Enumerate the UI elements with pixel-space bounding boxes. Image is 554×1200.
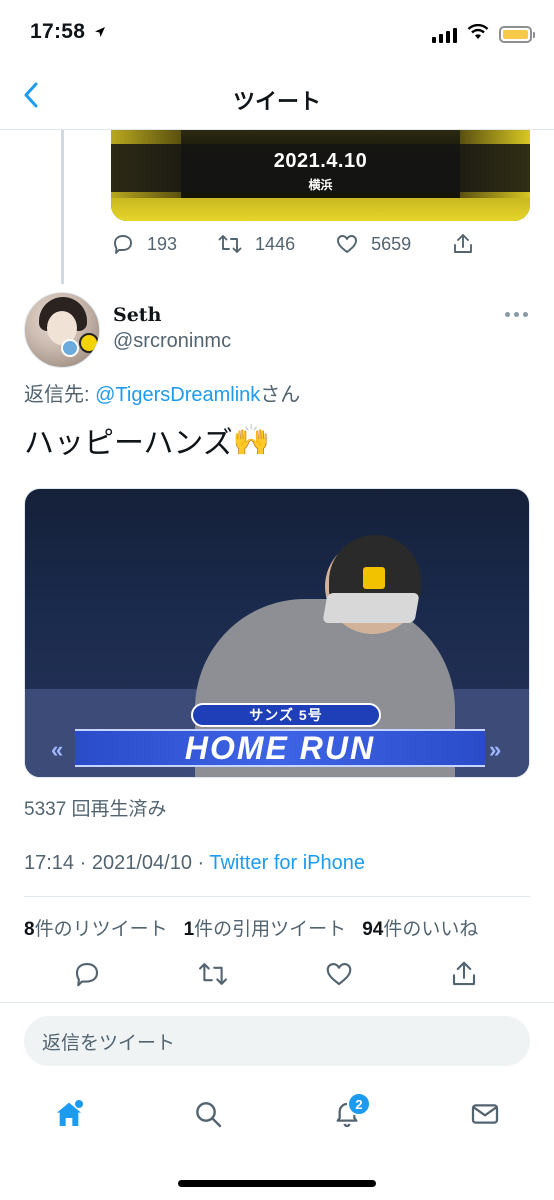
nav-bar: ツイート	[0, 66, 554, 130]
video-banner-text: HOME RUN	[184, 729, 376, 766]
video-player-visor	[322, 593, 420, 623]
status-indicators	[432, 23, 535, 45]
meta-separator: ·	[74, 852, 92, 874]
search-icon	[192, 1098, 224, 1135]
tab-messages[interactable]	[463, 1094, 507, 1138]
reply-icon	[111, 232, 135, 256]
user-handle[interactable]: @srcroninmc	[113, 330, 231, 353]
share-button[interactable]	[446, 958, 482, 994]
avatar[interactable]	[24, 292, 100, 368]
heart-icon	[335, 232, 359, 256]
heart-icon	[324, 959, 354, 994]
likes-stat[interactable]: 94件のいいね	[362, 914, 478, 941]
tweet-source-link[interactable]: Twitter for iPhone	[209, 852, 365, 874]
tweet-time: 17:14	[24, 852, 75, 874]
tweet-date: 2021/04/10	[91, 852, 192, 874]
reply-prefix: 返信先:	[24, 384, 96, 406]
thread-line	[61, 130, 64, 284]
tweet-text: ハッピーハンズ 🙌	[24, 418, 270, 462]
avatar-badge-icon	[61, 339, 79, 357]
share-action[interactable]	[451, 232, 475, 256]
mail-icon	[469, 1098, 501, 1135]
tweet-meta: 17:14 · 2021/04/10 · Twitter for iPhone	[24, 852, 365, 875]
quotes-stat-count: 1	[183, 919, 195, 940]
retweet-action[interactable]: 1446	[217, 232, 295, 256]
previous-tweet-media[interactable]: 2021.4.10 横浜	[111, 130, 530, 221]
tweet-video[interactable]: サンズ 5号 « » HOME RUN	[24, 488, 530, 778]
dot-icon	[522, 311, 528, 317]
home-unread-dot	[75, 1100, 83, 1108]
previous-tweet-actions: 193 1446 5659	[111, 232, 475, 256]
retweet-icon	[217, 232, 243, 256]
chevron-left-icon: «	[51, 737, 64, 762]
tweet-stats: 8件のリツイート 1件の引用ツイート 94件のいいね	[24, 914, 478, 941]
battery-icon	[499, 26, 535, 43]
reply-mention-link[interactable]: @TigersDreamlink	[95, 384, 260, 406]
like-button[interactable]	[321, 958, 357, 994]
tab-home[interactable]	[47, 1094, 91, 1138]
reply-input-placeholder: 返信をツイート	[42, 1032, 176, 1054]
page-title: ツイート	[232, 89, 321, 114]
share-icon	[451, 232, 475, 256]
video-banner: HOME RUN	[75, 729, 485, 767]
media-date: 2021.4.10	[273, 150, 368, 172]
reply-to: 返信先: @TigersDreamlinkさん	[24, 378, 300, 407]
tweet-actions	[0, 954, 554, 998]
retweets-stat-label: 件のリツイート	[34, 919, 168, 940]
dot-icon	[504, 311, 510, 317]
reply-icon	[72, 959, 102, 994]
retweet-button[interactable]	[195, 958, 231, 994]
retweet-count: 1446	[255, 233, 296, 254]
retweets-stat[interactable]: 8件のリツイート	[24, 914, 168, 941]
likes-stat-count: 94	[362, 919, 384, 940]
status-time: 17:58	[30, 20, 86, 43]
dot-icon	[513, 311, 519, 317]
retweet-icon	[197, 959, 229, 994]
avatar-badge-icon	[79, 333, 99, 353]
reply-input[interactable]: 返信をツイート	[24, 1016, 530, 1066]
media-decoration	[111, 198, 530, 221]
status-bar: 17:58	[0, 0, 554, 66]
media-place: 横浜	[308, 178, 333, 192]
signal-icon	[432, 27, 457, 43]
like-action[interactable]: 5659	[335, 232, 411, 256]
divider	[0, 1002, 554, 1003]
reply-suffix: さん	[260, 384, 301, 406]
like-count: 5659	[371, 233, 412, 254]
divider	[24, 896, 530, 897]
tweet-text-body: ハッピーハンズ	[24, 427, 233, 460]
retweets-stat-count: 8	[24, 919, 35, 940]
raising-hands-emoji: 🙌	[232, 422, 271, 458]
more-options-button[interactable]	[502, 304, 530, 324]
battery-level	[503, 30, 528, 39]
tab-notifications[interactable]: 2	[325, 1092, 371, 1138]
video-caption: サンズ 5号	[249, 707, 323, 723]
quotes-stat-label: 件の引用ツイート	[194, 919, 347, 940]
share-icon	[449, 959, 479, 994]
location-arrow-icon	[94, 25, 106, 43]
view-count: 5337 回再生済み	[24, 799, 167, 820]
home-indicator	[178, 1180, 376, 1187]
reply-action[interactable]: 193	[111, 232, 177, 256]
quotes-stat[interactable]: 1件の引用ツイート	[184, 914, 347, 941]
video-caption-box: サンズ 5号	[191, 703, 381, 727]
likes-stat-label: 件のいいね	[383, 919, 479, 940]
reply-button[interactable]	[69, 958, 105, 994]
meta-separator: ·	[191, 852, 210, 874]
chevron-right-icon: »	[489, 737, 502, 762]
wifi-icon	[467, 23, 489, 45]
display-name[interactable]: Seth	[113, 304, 161, 326]
notification-badge: 2	[347, 1092, 371, 1116]
helmet-logo	[363, 567, 385, 589]
reply-count: 193	[147, 233, 178, 254]
tab-search[interactable]	[186, 1094, 230, 1138]
